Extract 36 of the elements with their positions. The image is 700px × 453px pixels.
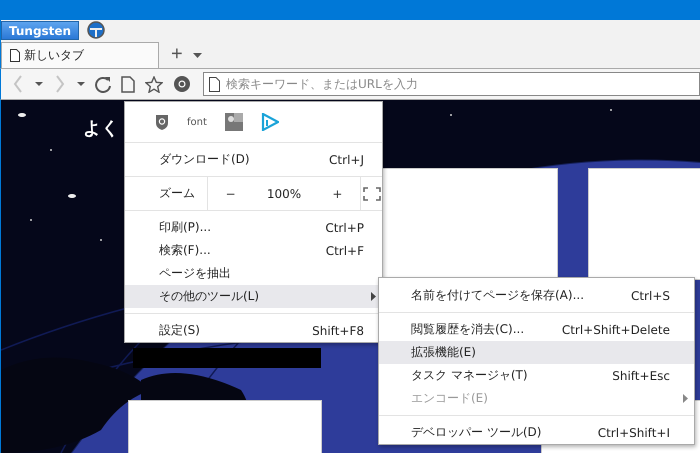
new-tab-button[interactable]: + bbox=[167, 43, 187, 65]
tab-title: 新しいタブ bbox=[24, 47, 84, 64]
tile-card[interactable] bbox=[128, 400, 322, 453]
zoom-in-button[interactable]: + bbox=[328, 186, 346, 200]
address-bar[interactable]: 検索キーワード、またはURLを入力 bbox=[203, 72, 700, 96]
menu-item[interactable]: タスク マネージャ(T) Shift+Esc bbox=[379, 364, 694, 387]
menu-item[interactable]: 閲覧履歴を消去(C)... Ctrl+Shift+Delete bbox=[379, 318, 694, 341]
menu-item[interactable]: 名前を付けてページを保存(A)... Ctrl+S bbox=[379, 284, 694, 307]
chrome-icon[interactable] bbox=[173, 75, 191, 93]
star-icon[interactable] bbox=[145, 76, 163, 92]
tile-card[interactable] bbox=[380, 168, 558, 280]
tile-card[interactable] bbox=[588, 168, 700, 280]
caret-icon[interactable] bbox=[192, 53, 202, 58]
play-icon[interactable] bbox=[260, 113, 279, 131]
menu-item[interactable]: 設定(S) Shift+F8 bbox=[125, 319, 382, 342]
menu-item[interactable]: 検索(F)... Ctrl+F bbox=[125, 239, 382, 262]
menu-item[interactable]: 印刷(P)... Ctrl+P bbox=[125, 216, 382, 239]
fullscreen-icon[interactable] bbox=[362, 186, 380, 200]
browser-tab[interactable]: 新しいタブ bbox=[1, 42, 159, 68]
page-icon bbox=[10, 49, 20, 62]
caret-icon[interactable] bbox=[77, 82, 85, 86]
reload-icon[interactable] bbox=[95, 76, 111, 92]
zoom-label: ズーム bbox=[158, 185, 196, 202]
menu-item[interactable]: デベロッパー ツール(D) Ctrl+Shift+I bbox=[379, 421, 694, 444]
menu-item[interactable]: ページを抽出 bbox=[125, 262, 382, 285]
page-heading: よく bbox=[83, 117, 119, 140]
font-extension-button[interactable]: font bbox=[187, 116, 207, 128]
menu-item[interactable]: 拡張機能(E) bbox=[379, 341, 694, 364]
menu-item[interactable]: ダウンロード(D) Ctrl+J bbox=[125, 148, 382, 171]
page-icon bbox=[209, 76, 220, 92]
shield-icon[interactable] bbox=[155, 114, 169, 130]
zoom-out-button[interactable]: − bbox=[222, 186, 240, 200]
caret-icon[interactable] bbox=[35, 82, 43, 86]
extension-icon[interactable] bbox=[224, 113, 243, 131]
zoom-level: 100% bbox=[266, 186, 302, 200]
page-icon[interactable] bbox=[121, 76, 135, 92]
